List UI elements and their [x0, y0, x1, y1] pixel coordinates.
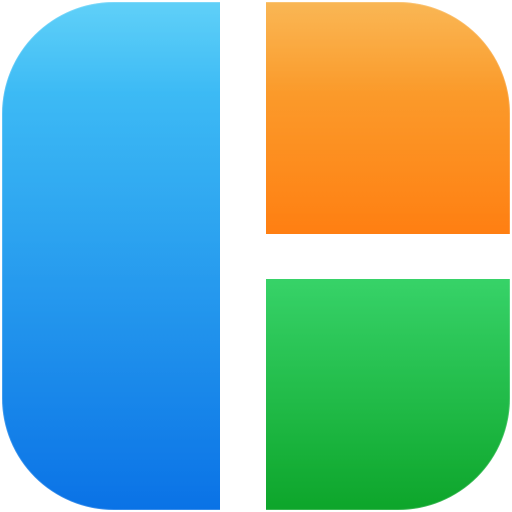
- icon-shape: [2, 2, 510, 510]
- app-icon-canvas: [0, 0, 512, 512]
- icon-gloss: [2, 2, 510, 510]
- collage-layout-icon[interactable]: [0, 0, 512, 512]
